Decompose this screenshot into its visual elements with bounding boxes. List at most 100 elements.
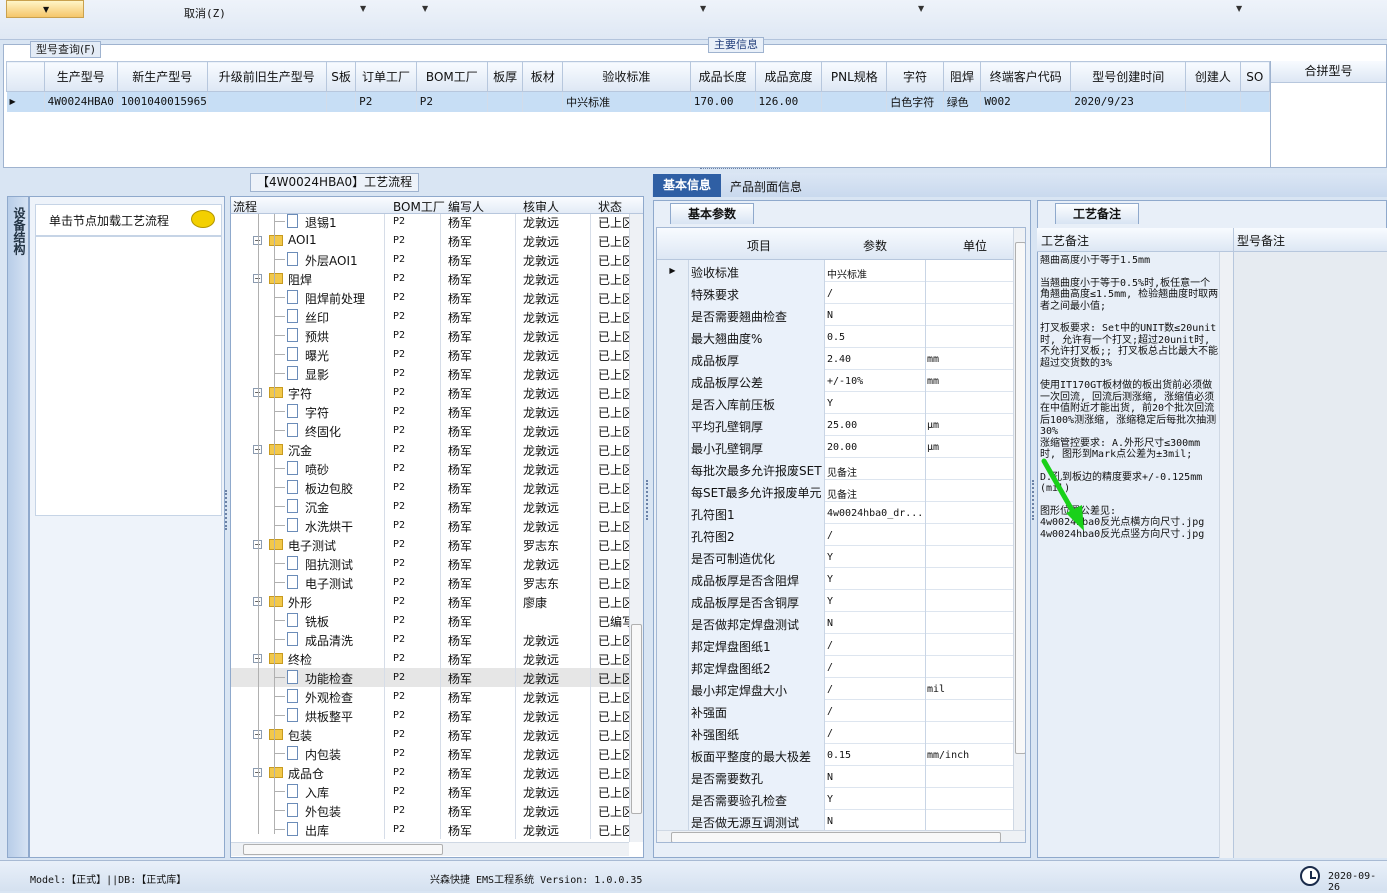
model-col-header[interactable]: 成品长度 [689,61,756,92]
model-cell[interactable] [487,91,524,112]
model-cell[interactable]: 白色字符 [886,91,944,112]
row-indicator[interactable] [657,348,689,370]
model-col-header[interactable]: 订单工厂 [355,61,417,92]
model-col-header[interactable]: 新生产型号 [116,61,208,92]
param-value[interactable]: / [827,530,833,541]
param-value[interactable]: Y [827,574,833,585]
model-cell[interactable] [821,91,888,112]
cancel-menu-item[interactable]: 取消(Z) [184,5,226,21]
tab-basic-params[interactable]: 基本参数 [670,203,754,224]
model-col-header[interactable]: 阻焊 [942,61,982,92]
row-indicator[interactable] [657,722,689,744]
tree-node[interactable]: 喷砂 P2 杨军 龙敦远 已上区 [231,459,629,478]
param-value[interactable]: Y [827,552,833,563]
dropdown-arrow-icon[interactable]: ▼ [360,4,366,13]
row-indicator[interactable] [657,656,689,678]
param-row[interactable]: 是否需要翘曲检查 N [657,304,1014,326]
param-value[interactable]: 20.00 [827,442,857,453]
tree-node[interactable]: −阻焊P2杨军龙敦远已上区 [231,269,629,288]
notes-vscrollbar[interactable] [1219,252,1233,858]
tab-product-profile[interactable]: 产品剖面信息 [730,178,802,195]
model-cell[interactable]: 绿色 [943,91,982,112]
row-indicator[interactable] [657,546,689,568]
tree-node[interactable]: 预烘 P2 杨军 龙敦远 已上区 [231,326,629,345]
tree-node[interactable]: 沉金 P2 杨军 龙敦远 已上区 [231,497,629,516]
param-value[interactable]: / [827,662,833,673]
toolbar-active-item[interactable]: ▼ [6,0,84,18]
tab-basic-info[interactable]: 基本信息 [653,174,721,197]
param-row[interactable]: 补强面 / [657,700,1014,722]
model-col-header[interactable]: SO [1239,61,1271,92]
model-col-header[interactable]: 板厚 [486,61,524,92]
param-row[interactable]: 是否做无源互调测试 N [657,810,1014,830]
model-cell[interactable] [1240,91,1271,112]
param-value[interactable]: 25.00 [827,420,857,431]
tree-node[interactable]: 字符 P2 杨军 龙敦远 已上区 [231,402,629,421]
row-indicator[interactable] [657,502,689,524]
process-notes-text[interactable]: 翘曲高度小于等于1.5mm 当翘曲度小于等于0.5%时,板任意一个角翘曲高度≤1… [1040,255,1220,855]
param-value[interactable]: 4w0024hba0_dr... [827,508,923,519]
param-row[interactable]: 最小孔壁铜厚 20.00 μm [657,436,1014,458]
row-indicator[interactable] [657,612,689,634]
model-cell[interactable] [1185,91,1241,112]
param-value[interactable]: 中兴标准 [827,266,867,281]
param-row[interactable]: 板面平整度的最大极差 0.15 mm/inch [657,744,1014,766]
tree-node[interactable]: 阻焊前处理 P2 杨军 龙敦远 已上区 [231,288,629,307]
param-row[interactable]: 是否入库前压板 Y [657,392,1014,414]
param-row[interactable]: 是否做邦定焊盘测试 N [657,612,1014,634]
param-value[interactable]: Y [827,596,833,607]
model-col-header[interactable]: 型号创建时间 [1070,61,1187,92]
param-row[interactable]: ▶ 验收标准 中兴标准 [657,260,1014,282]
param-value[interactable]: Y [827,398,833,409]
param-value[interactable]: +/-10% [827,376,863,387]
row-indicator[interactable] [657,788,689,810]
param-row[interactable]: 邦定焊盘图纸1 / [657,634,1014,656]
tree-node[interactable]: 丝印 P2 杨军 龙敦远 已上区 [231,307,629,326]
tree-node[interactable]: 外观检查 P2 杨军 龙敦远 已上区 [231,687,629,706]
tree-node[interactable]: 曝光 P2 杨军 龙敦远 已上区 [231,345,629,364]
model-cell[interactable]: 2020/9/23 [1070,91,1187,112]
tab-process-notes[interactable]: 工艺备注 [1055,203,1139,224]
model-col-header[interactable]: 验收标准 [562,61,691,92]
model-cell[interactable]: W002 [980,91,1072,112]
comment-bubble-icon[interactable] [191,210,215,228]
model-col-header[interactable]: S板 [325,61,357,92]
model-col-header[interactable]: 成品宽度 [754,61,823,92]
param-row[interactable]: 邦定焊盘图纸2 / [657,656,1014,678]
tree-node[interactable]: 外层AOI1 P2 杨军 龙敦远 已上区 [231,250,629,269]
model-cell[interactable]: P2 [355,91,417,112]
row-indicator[interactable] [657,392,689,414]
param-row[interactable]: 是否需要验孔检查 Y [657,788,1014,810]
param-row[interactable]: 成品板厚是否含阻焊 Y [657,568,1014,590]
param-row[interactable]: 最大翘曲度% 0.5 [657,326,1014,348]
row-indicator[interactable] [657,524,689,546]
param-row[interactable]: 每批次最多允许报废SET 见备注 [657,458,1014,480]
model-notes-area[interactable] [1234,252,1387,858]
tree-node[interactable]: 入库 P2 杨军 龙敦远 已上区 [231,782,629,801]
model-cell[interactable]: 170.00 [690,91,756,112]
row-indicator[interactable] [657,436,689,458]
model-cell[interactable]: 126.00 [755,91,823,112]
dropdown-arrow-icon[interactable]: ▼ [1236,4,1242,13]
tree-node[interactable]: 成品清洗 P2 杨军 龙敦远 已上区 [231,630,629,649]
model-cell[interactable]: 中兴标准 [562,91,691,112]
param-row[interactable]: 特殊要求 / [657,282,1014,304]
model-cell[interactable] [326,91,357,112]
param-value[interactable]: / [827,706,833,717]
tree-node[interactable]: 烘板整平 P2 杨军 龙敦远 已上区 [231,706,629,725]
row-indicator[interactable] [657,678,689,700]
params-vscrollbar[interactable] [1013,228,1025,830]
row-indicator[interactable] [657,744,689,766]
param-value[interactable]: / [827,288,833,299]
device-structure-tab[interactable]: 设备结构 [7,196,29,858]
model-col-header[interactable]: PNL规格 [821,61,888,92]
row-indicator[interactable] [657,634,689,656]
row-indicator[interactable]: ▶ [657,260,689,282]
param-row[interactable]: 最小邦定焊盘大小 / mil [657,678,1014,700]
tree-node[interactable]: 板边包胶 P2 杨军 龙敦远 已上区 [231,478,629,497]
model-cell[interactable]: 10010400159659 [117,91,208,112]
tree-node[interactable]: 电子测试 P2 杨军 罗志东 已上区 [231,573,629,592]
row-indicator[interactable] [657,370,689,392]
model-cell[interactable]: 4W0024HBA0 [44,91,118,112]
param-value[interactable]: N [827,618,833,629]
